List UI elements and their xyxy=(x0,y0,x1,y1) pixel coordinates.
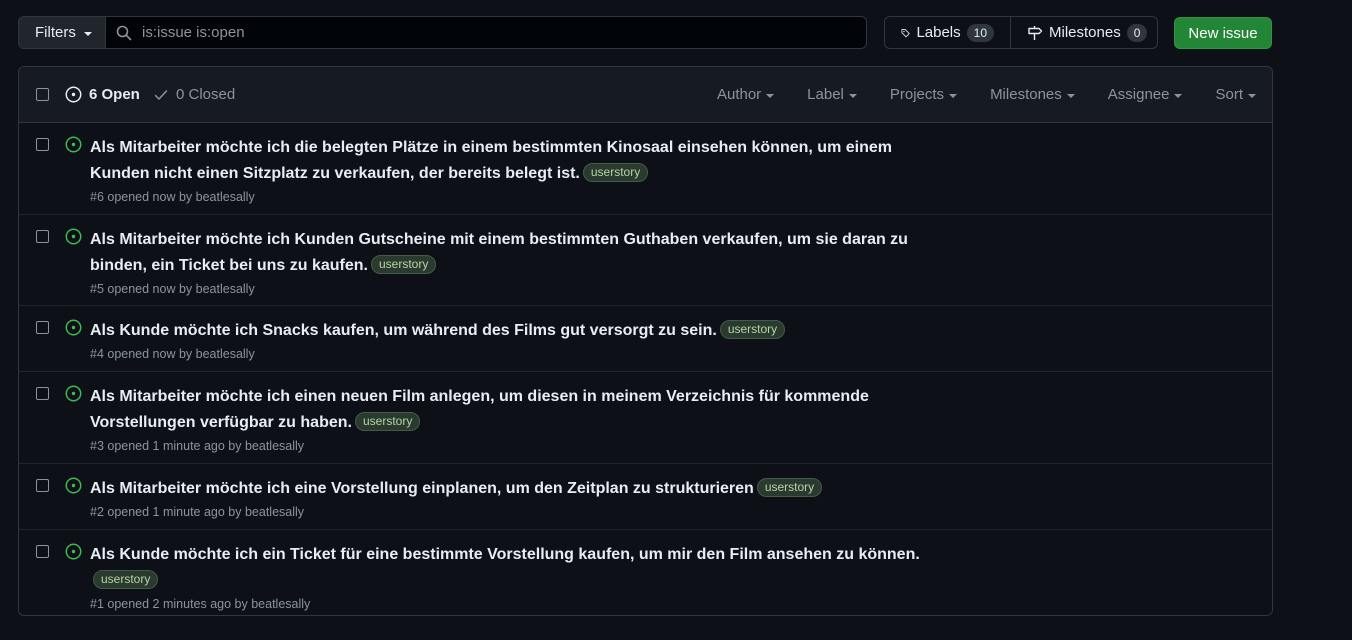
issue-checkbox[interactable] xyxy=(36,321,49,334)
labels-label: Labels xyxy=(916,24,961,41)
issue-opened-icon xyxy=(65,319,82,336)
projects-filter[interactable]: Projects xyxy=(889,86,958,103)
chevron-down-icon xyxy=(766,93,775,98)
search-field[interactable] xyxy=(105,16,867,49)
chevron-down-icon xyxy=(83,31,92,36)
milestones-count-badge: 0 xyxy=(1126,23,1148,42)
closed-issues-tab[interactable]: 0 Closed xyxy=(153,86,235,103)
issue-title-link[interactable]: Als Mitarbeiter möchte ich Kunden Gutsch… xyxy=(90,231,908,274)
issue-label[interactable]: userstory xyxy=(354,412,421,431)
projects-filter-label: Projects xyxy=(889,86,945,103)
author-filter[interactable]: Author xyxy=(716,86,775,103)
issue-label[interactable]: userstory xyxy=(582,163,649,182)
issue-row: Als Mitarbeiter möchte ich Kunden Gutsch… xyxy=(19,215,1272,306)
issue-meta: #3 opened 1 minute ago by beatlesally xyxy=(90,439,305,453)
assignee-filter-label: Assignee xyxy=(1107,86,1170,103)
labels-milestones-group: Labels 10 Milestones 0 xyxy=(884,16,1158,49)
issue-title-link[interactable]: Als Mitarbeiter möchte ich eine Vorstell… xyxy=(90,480,754,497)
sort-filter[interactable]: Sort xyxy=(1215,86,1256,103)
issue-label[interactable]: userstory xyxy=(756,478,823,497)
issue-row: Als Mitarbeiter möchte ich die belegten … xyxy=(19,123,1272,215)
issue-title-link[interactable]: Als Kunde möchte ich Snacks kaufen, um w… xyxy=(90,322,717,339)
filters-button[interactable]: Filters xyxy=(18,16,106,49)
issue-label[interactable]: userstory xyxy=(370,255,437,274)
new-issue-button[interactable]: New issue xyxy=(1174,17,1272,49)
label-filter[interactable]: Label xyxy=(807,86,857,103)
labels-count-badge: 10 xyxy=(966,23,994,42)
chevron-down-icon xyxy=(1248,93,1256,98)
chevron-down-icon xyxy=(1066,93,1075,98)
issue-title-link[interactable]: Als Mitarbeiter möchte ich die belegten … xyxy=(90,139,892,182)
tag-icon xyxy=(901,28,910,37)
assignee-filter[interactable]: Assignee xyxy=(1108,86,1183,103)
issue-opened-icon xyxy=(65,477,82,494)
header-filter-menus: Author Label Projects Milestones Assigne… xyxy=(717,86,1256,103)
issue-opened-icon xyxy=(65,86,82,103)
label-filter-label: Label xyxy=(807,86,844,103)
issue-row: Als Kunde möchte ich Snacks kaufen, um w… xyxy=(19,306,1272,372)
issue-checkbox[interactable] xyxy=(36,479,49,492)
issue-opened-icon xyxy=(65,543,82,560)
issue-checkbox[interactable] xyxy=(36,545,49,558)
milestones-filter-label: Milestones xyxy=(990,86,1062,103)
issue-row: Als Mitarbeiter möchte ich einen neuen F… xyxy=(19,372,1272,464)
issue-meta: #6 opened now by beatlesally xyxy=(90,190,255,204)
open-issues-tab[interactable]: 6 Open xyxy=(65,86,140,103)
search-icon xyxy=(116,25,132,40)
select-all-checkbox[interactable] xyxy=(36,88,49,101)
author-filter-label: Author xyxy=(716,86,762,103)
sort-filter-label: Sort xyxy=(1215,86,1243,103)
issue-opened-icon xyxy=(65,385,82,402)
milestones-button[interactable]: Milestones 0 xyxy=(1011,17,1163,48)
issue-opened-icon xyxy=(65,136,82,153)
issue-meta: #2 opened 1 minute ago by beatlesally xyxy=(90,505,305,519)
issue-opened-icon xyxy=(65,228,82,245)
issues-toolbar: Filters Labels 10 Milestones 0 N xyxy=(18,16,1273,49)
issue-label[interactable]: userstory xyxy=(719,320,786,339)
issue-checkbox[interactable] xyxy=(36,138,49,151)
issue-title-link[interactable]: Als Kunde möchte ich ein Ticket für eine… xyxy=(90,546,920,563)
issue-meta: #5 opened now by beatlesally xyxy=(90,282,255,296)
check-icon xyxy=(154,89,168,100)
search-input[interactable] xyxy=(142,24,842,41)
issue-title-link[interactable]: Als Mitarbeiter möchte ich einen neuen F… xyxy=(90,388,869,431)
issue-label[interactable]: userstory xyxy=(93,570,159,589)
milestone-icon xyxy=(1028,25,1043,40)
chevron-down-icon xyxy=(848,93,857,98)
issue-meta: #4 opened now by beatlesally xyxy=(90,347,255,361)
closed-issues-label: 0 Closed xyxy=(176,86,236,103)
issues-list-header: 6 Open 0 Closed Author Label Projects Mi… xyxy=(19,67,1272,123)
labels-button[interactable]: Labels 10 xyxy=(885,17,1011,48)
issue-checkbox[interactable] xyxy=(36,387,49,400)
issues-list: 6 Open 0 Closed Author Label Projects Mi… xyxy=(18,66,1273,616)
chevron-down-icon xyxy=(1174,93,1183,98)
issue-row: Als Kunde möchte ich ein Ticket für eine… xyxy=(19,530,1272,615)
milestones-filter[interactable]: Milestones xyxy=(990,86,1075,103)
open-issues-label: 6 Open xyxy=(89,86,140,103)
issue-checkbox[interactable] xyxy=(36,230,49,243)
issue-row: Als Mitarbeiter möchte ich eine Vorstell… xyxy=(19,464,1272,530)
issue-meta: #1 opened 2 minutes ago by beatlesally xyxy=(90,597,311,611)
filters-label: Filters xyxy=(35,24,76,41)
milestones-label: Milestones xyxy=(1049,24,1121,41)
chevron-down-icon xyxy=(949,93,958,98)
